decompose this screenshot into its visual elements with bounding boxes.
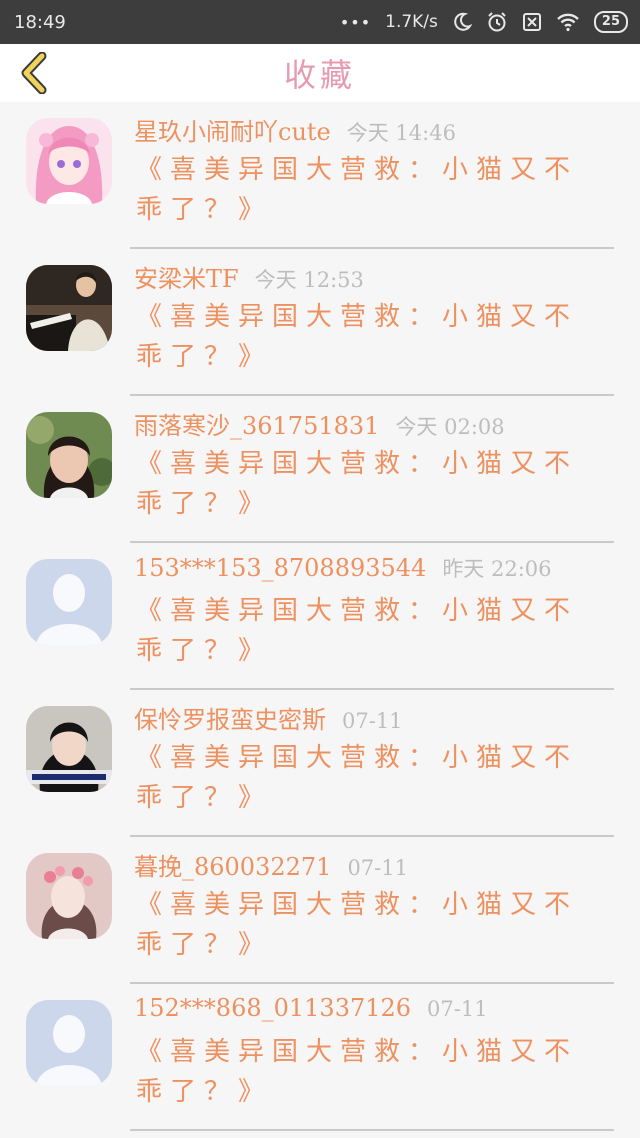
message-text[interactable]: 《喜美异国大营救：小猫又不乖了？》 <box>136 885 594 965</box>
message-text[interactable]: 《喜美异国大营救：小猫又不乖了？》 <box>136 150 594 230</box>
item-meta: 153***153_8708893544 昨天 22:06 <box>134 553 620 583</box>
more-dots: ••• <box>339 12 372 32</box>
list-item[interactable]: 雨落寒沙_361751831 今天 02:08 《喜美异国大营救：小猫又不乖了？… <box>0 396 640 543</box>
user-name[interactable]: 暮挽_860032271 <box>134 847 331 882</box>
item-meta: 雨落寒沙_361751831 今天 02:08 <box>134 406 620 441</box>
timestamp: 今天 02:08 <box>395 415 505 439</box>
user-name[interactable]: 保怜罗报蛮史密斯 <box>134 700 326 735</box>
avatar[interactable] <box>26 412 112 498</box>
timestamp: 昨天 22:06 <box>442 557 552 581</box>
divider <box>130 1129 614 1131</box>
timestamp: 今天 12:53 <box>254 268 364 292</box>
message-text[interactable]: 《喜美异国大营救：小猫又不乖了？》 <box>136 297 594 377</box>
battery-indicator: 25 <box>593 11 628 33</box>
item-meta: 星玖小闹耐吖cute 今天 14:46 <box>134 112 620 147</box>
chevron-left-icon <box>21 52 47 94</box>
back-button[interactable] <box>14 52 54 94</box>
avatar[interactable] <box>26 853 112 939</box>
timestamp: 07-11 <box>427 997 488 1021</box>
user-name[interactable]: 153***153_8708893544 <box>134 554 426 582</box>
timestamp: 今天 14:46 <box>346 121 456 145</box>
list-item[interactable]: 安梁米TF 今天 12:53 《喜美异国大营救：小猫又不乖了？》 <box>0 249 640 396</box>
app-header: 收藏 <box>0 44 640 102</box>
avatar[interactable] <box>26 559 112 645</box>
item-meta: 安梁米TF 今天 12:53 <box>134 259 620 294</box>
user-name[interactable]: 雨落寒沙_361751831 <box>134 406 379 441</box>
wifi-icon <box>556 12 580 32</box>
avatar[interactable] <box>26 118 112 204</box>
message-text[interactable]: 《喜美异国大营救：小猫又不乖了？》 <box>136 444 594 524</box>
list-item[interactable]: 153***153_8708893544 昨天 22:06 《喜美异国大营救：小… <box>0 543 640 690</box>
user-name[interactable]: 星玖小闹耐吖cute <box>134 112 331 147</box>
item-meta: 152***868_011337126 07-11 <box>134 994 620 1022</box>
moon-icon <box>452 12 472 32</box>
page-title: 收藏 <box>283 56 356 94</box>
favorites-list: 星玖小闹耐吖cute 今天 14:46 《喜美异国大营救：小猫又不乖了？》 安梁… <box>0 102 640 1131</box>
avatar[interactable] <box>26 265 112 351</box>
timestamp: 07-11 <box>347 856 408 880</box>
sim-off-icon <box>522 12 542 32</box>
message-text[interactable]: 《喜美异国大营救：小猫又不乖了？》 <box>136 1032 594 1112</box>
alarm-icon <box>486 11 508 33</box>
message-text[interactable]: 《喜美异国大营救：小猫又不乖了？》 <box>136 591 594 671</box>
status-icons: ••• 1.7K/s 25 <box>340 11 628 33</box>
list-item[interactable]: 152***868_011337126 07-11 《喜美异国大营救：小猫又不乖… <box>0 984 640 1131</box>
status-bar: 18:49 ••• 1.7K/s 25 <box>0 0 640 44</box>
list-item[interactable]: 保怜罗报蛮史密斯 07-11 《喜美异国大营救：小猫又不乖了？》 <box>0 690 640 837</box>
status-time: 18:49 <box>14 11 66 33</box>
list-item[interactable]: 暮挽_860032271 07-11 《喜美异国大营救：小猫又不乖了？》 <box>0 837 640 984</box>
timestamp: 07-11 <box>342 709 403 733</box>
user-name[interactable]: 152***868_011337126 <box>134 994 411 1022</box>
user-name[interactable]: 安梁米TF <box>134 259 239 294</box>
message-text[interactable]: 《喜美异国大营救：小猫又不乖了？》 <box>136 738 594 818</box>
item-meta: 暮挽_860032271 07-11 <box>134 847 620 882</box>
avatar[interactable] <box>26 706 112 792</box>
avatar[interactable] <box>26 1000 112 1086</box>
network-speed: 1.7K/s <box>385 12 438 32</box>
list-item[interactable]: 星玖小闹耐吖cute 今天 14:46 《喜美异国大营救：小猫又不乖了？》 <box>0 102 640 249</box>
item-meta: 保怜罗报蛮史密斯 07-11 <box>134 700 620 735</box>
